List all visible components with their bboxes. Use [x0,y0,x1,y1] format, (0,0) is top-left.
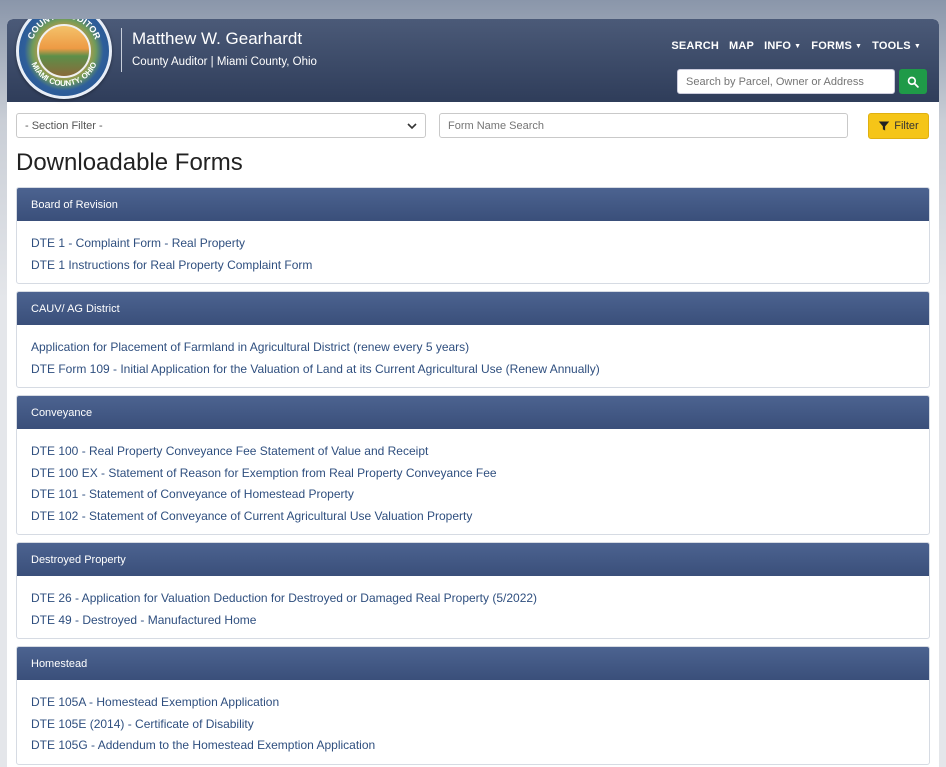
caret-down-icon: ▼ [855,42,863,50]
main-nav: SEARCH MAP INFO ▼ FORMS ▼ TOOLS ▼ [671,40,921,52]
page-container: COUNTY AUDITOR MIAMI COUNTY, OHIO Matthe… [7,19,939,767]
forms-panel: Conveyance DTE 100 - Real Property Convey… [16,395,930,535]
auditor-name: Matthew W. Gearhardt [132,29,303,48]
nav-item-label: MAP [729,40,755,52]
search-icon [907,76,919,88]
panel-body: DTE 105A - Homestead Exemption Applicati… [17,680,929,764]
funnel-icon [879,121,890,131]
chevron-down-icon [407,122,417,129]
form-link[interactable]: DTE 105G - Addendum to the Homestead Exe… [31,735,915,757]
form-link[interactable]: DTE 101 - Statement of Conveyance of Hom… [31,484,915,506]
form-link[interactable]: DTE 100 - Real Property Conveyance Fee S… [31,441,915,463]
panel-body: DTE 1 - Complaint Form - Real Property DT… [17,221,929,283]
page-title: Downloadable Forms [16,149,243,176]
panel-body: DTE 100 - Real Property Conveyance Fee S… [17,429,929,534]
form-link[interactable]: DTE 49 - Destroyed - Manufactured Home [31,610,915,632]
forms-sections: Board of Revision DTE 1 - Complaint Form … [16,187,930,767]
panel-heading: Conveyance [17,396,929,429]
form-link[interactable]: DTE 1 Instructions for Real Property Com… [31,255,915,277]
nav-item-map[interactable]: MAP [729,40,754,52]
auditor-subtitle: County Auditor | Miami County, Ohio [132,56,317,68]
forms-toolbar: - Section Filter - Filter [16,113,930,139]
form-link[interactable]: DTE 105A - Homestead Exemption Applicati… [31,692,915,714]
filter-button-label: Filter [894,120,919,132]
nav-item-label: FORMS [811,40,853,52]
section-filter-select[interactable]: - Section Filter - [16,113,426,138]
section-filter-value: - Section Filter - [25,119,103,132]
forms-panel: Destroyed Property DTE 26 - Application f… [16,542,930,639]
panel-heading: Homestead [17,647,929,680]
form-name-search-input[interactable] [439,113,848,138]
form-link[interactable]: DTE 100 EX - Statement of Reason for Exe… [31,463,915,485]
search-button[interactable] [899,69,927,94]
form-link[interactable]: DTE 1 - Complaint Form - Real Property [31,233,915,255]
form-link[interactable]: DTE 105E (2014) - Certificate of Disabil… [31,714,915,736]
nav-item-info[interactable]: INFO ▼ [764,40,801,52]
panel-body: DTE 26 - Application for Valuation Deduc… [17,576,929,638]
nav-item-label: INFO [764,40,792,52]
forms-panel: CAUV/ AG District Application for Placeme… [16,291,930,388]
forms-panel: Homestead DTE 105A - Homestead Exemption … [16,646,930,765]
nav-item-search[interactable]: SEARCH [671,40,719,52]
header-search [677,69,927,94]
form-link[interactable]: Application for Placement of Farmland in… [31,337,915,359]
caret-down-icon: ▼ [794,42,802,50]
seal-landscape [37,24,91,78]
form-link[interactable]: DTE 102 - Statement of Conveyance of Cur… [31,506,915,528]
nav-item-forms[interactable]: FORMS ▼ [811,40,862,52]
caret-down-icon: ▼ [913,42,921,50]
nav-item-tools[interactable]: TOOLS ▼ [872,40,921,52]
forms-panel: Board of Revision DTE 1 - Complaint Form … [16,187,930,284]
form-link[interactable]: DTE 26 - Application for Valuation Deduc… [31,588,915,610]
site-header: COUNTY AUDITOR MIAMI COUNTY, OHIO Matthe… [7,19,939,102]
panel-heading: Board of Revision [17,188,929,221]
county-seal-logo[interactable]: COUNTY AUDITOR MIAMI COUNTY, OHIO [16,19,112,99]
panel-heading: Destroyed Property [17,543,929,576]
nav-item-label: SEARCH [671,40,720,52]
nav-item-label: TOOLS [872,40,911,52]
panel-heading: CAUV/ AG District [17,292,929,325]
header-divider [121,28,122,72]
parcel-search-input[interactable] [677,69,895,94]
panel-body: Application for Placement of Farmland in… [17,325,929,387]
form-link[interactable]: DTE Form 109 - Initial Application for t… [31,359,915,381]
filter-button[interactable]: Filter [868,113,929,139]
